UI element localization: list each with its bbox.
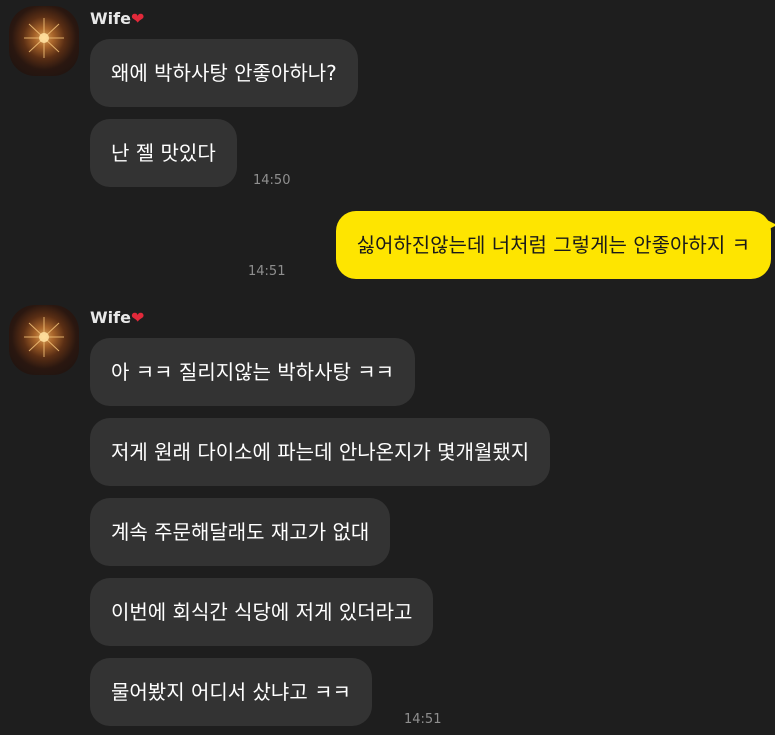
message-timestamp: 14:51 xyxy=(248,264,286,279)
message-bubble[interactable]: 아 ㅋㅋ 질리지않는 박하사탕 ㅋㅋ xyxy=(90,338,416,406)
message-bubble[interactable]: 계속 주문해달래도 재고가 없대 xyxy=(90,498,391,566)
message-timestamp: 14:50 xyxy=(253,173,291,188)
fireworks-icon xyxy=(24,317,64,357)
sender-avatar[interactable] xyxy=(9,305,79,375)
sender-name-text: Wife xyxy=(90,9,131,28)
message-bubble[interactable]: 난 젤 맛있다 xyxy=(90,119,237,187)
heart-icon: ❤ xyxy=(130,308,145,327)
heart-icon: ❤ xyxy=(130,9,145,28)
message-bubble[interactable]: 물어봤지 어디서 샀냐고 ㅋㅋ xyxy=(90,658,372,726)
message-bubble[interactable]: 왜에 박하사탕 안좋아하나? xyxy=(90,39,358,107)
my-message-text: 싫어하진않는데 너처럼 그렇게는 안좋아하지 ㅋ xyxy=(356,233,750,257)
sender-name: Wife❤ xyxy=(90,9,144,29)
message-timestamp: 14:51 xyxy=(404,712,442,727)
sender-avatar[interactable] xyxy=(9,6,79,76)
sender-name-text: Wife xyxy=(90,308,131,327)
my-message-bubble[interactable]: 싫어하진않는데 너처럼 그렇게는 안좋아하지 ㅋ xyxy=(335,211,775,279)
message-bubble[interactable]: 이번에 회식간 식당에 저게 있더라고 xyxy=(90,578,434,646)
bubble-tail xyxy=(765,219,775,231)
fireworks-icon xyxy=(24,18,64,58)
message-bubble[interactable]: 저게 원래 다이소에 파는데 안나온지가 몇개월됐지 xyxy=(90,418,551,486)
sender-name: Wife❤ xyxy=(90,308,144,328)
